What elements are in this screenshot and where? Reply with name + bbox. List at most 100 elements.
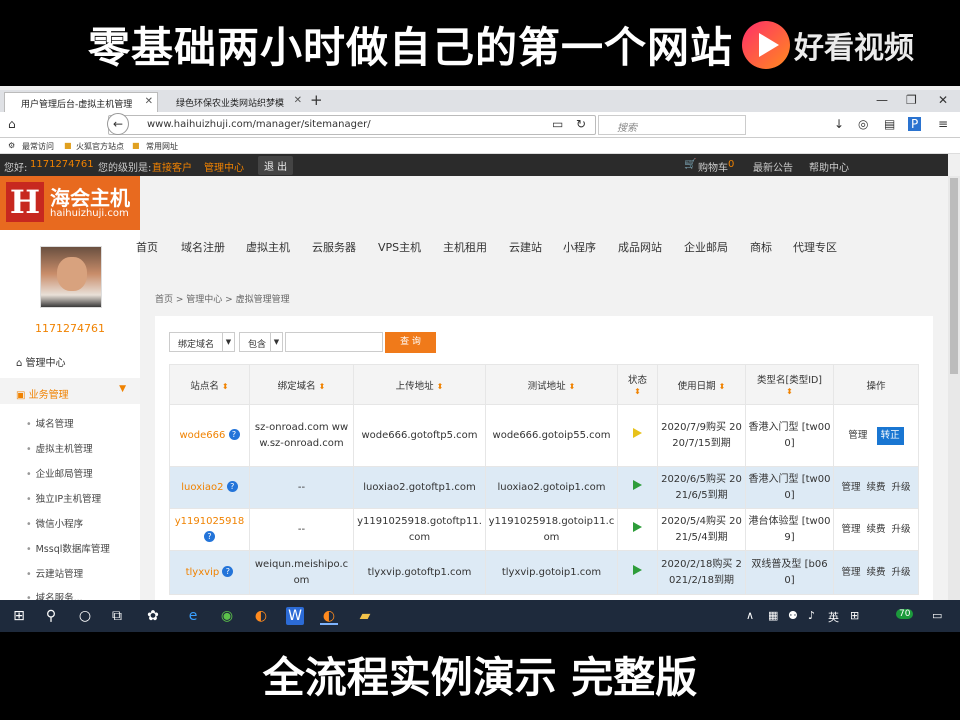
- restore-icon[interactable]: ❐: [906, 93, 917, 107]
- close-icon[interactable]: ✕: [145, 96, 153, 107]
- logout-button[interactable]: 退 出: [258, 156, 294, 175]
- crumb-center[interactable]: 管理中心: [186, 295, 222, 305]
- nav-mail[interactable]: 企业邮局: [684, 239, 728, 255]
- search-icon[interactable]: ⚲: [42, 607, 60, 625]
- center-link[interactable]: 管理中心: [204, 159, 244, 174]
- cell-test[interactable]: wode666.gotoip55.com: [485, 404, 618, 467]
- user-id-link[interactable]: 1171274761: [30, 159, 94, 170]
- tab-green-site[interactable]: 绿色环保农业类网站织梦模 ✕: [160, 92, 306, 112]
- people-icon[interactable]: ⚉: [788, 609, 798, 622]
- cell-status[interactable]: [617, 466, 658, 509]
- url-bar[interactable]: www.haihuizhuji.com/manager/sitemanager/: [108, 115, 596, 135]
- sidebar-item-cloudsite[interactable]: 云建站管理: [26, 566, 84, 580]
- close-window-icon[interactable]: ✕: [938, 93, 948, 107]
- help-link[interactable]: 帮助中心: [809, 159, 849, 174]
- col-upload[interactable]: 上传地址 ⬍: [353, 364, 486, 405]
- edge-icon[interactable]: e: [184, 607, 202, 625]
- sidebar-item-domain[interactable]: 域名管理: [26, 416, 74, 430]
- renew-link[interactable]: 续费: [866, 482, 885, 493]
- tray-badge[interactable]: 70: [896, 609, 914, 619]
- reader-icon[interactable]: ▭: [552, 117, 563, 131]
- menu-icon[interactable]: ≡: [938, 117, 948, 131]
- crumb-home[interactable]: 首页: [155, 295, 173, 305]
- upgrade-link[interactable]: 升级: [892, 524, 911, 535]
- field-select[interactable]: 绑定域名 ▼: [169, 332, 235, 352]
- cell-status[interactable]: [617, 508, 658, 551]
- cell-test[interactable]: luoxiao2.gotoip1.com: [485, 466, 618, 509]
- sidebar-item-mail[interactable]: 企业邮局管理: [26, 466, 93, 480]
- firefox-icon[interactable]: ◐: [252, 607, 270, 625]
- sidebar-item-wechat[interactable]: 微信小程序: [26, 516, 84, 530]
- cell-status[interactable]: [617, 550, 658, 595]
- chat-icon[interactable]: ◎: [858, 117, 868, 131]
- home-icon[interactable]: ⌂: [8, 117, 16, 131]
- col-domain[interactable]: 绑定域名 ⬍: [249, 364, 354, 405]
- task-view-icon[interactable]: ⧉: [108, 607, 126, 625]
- cell-site[interactable]: y1191025918 ?: [169, 508, 250, 551]
- ie-green-icon[interactable]: ◉: [218, 607, 236, 625]
- nav-domain[interactable]: 域名注册: [181, 239, 225, 255]
- explorer-icon[interactable]: ▰: [356, 607, 374, 625]
- manage-link[interactable]: 管理: [841, 524, 860, 535]
- sidebar-icon[interactable]: ▤: [884, 117, 895, 131]
- bookmark-firefox[interactable]: 火狐官方站点: [76, 141, 124, 152]
- nav-rent[interactable]: 主机租用: [443, 239, 487, 255]
- nav-cloud[interactable]: 云服务器: [312, 239, 356, 255]
- bookmark-common[interactable]: 常用网址: [146, 141, 178, 152]
- nav-cloudsite[interactable]: 云建站: [509, 239, 542, 255]
- renew-link[interactable]: 续费: [866, 524, 885, 535]
- upgrade-link[interactable]: 升级: [892, 482, 911, 493]
- gear-icon[interactable]: ⚙: [8, 141, 15, 150]
- scrollbar-thumb[interactable]: [950, 178, 958, 374]
- download-icon[interactable]: ↓: [834, 117, 844, 131]
- nav-trademark[interactable]: 商标: [750, 239, 772, 255]
- cell-status[interactable]: [617, 404, 658, 467]
- nav-agent[interactable]: 代理专区: [793, 239, 837, 255]
- cell-site[interactable]: wode666 ?: [169, 404, 250, 467]
- sidebar-item-biz[interactable]: ▣ 业务管理 ▼: [0, 378, 140, 404]
- col-date[interactable]: 使用日期 ⬍: [657, 364, 746, 405]
- cell-test[interactable]: y1191025918.gotoip11.com: [485, 508, 618, 551]
- cortana-icon[interactable]: ○: [76, 607, 94, 625]
- tray-chevron-icon[interactable]: ∧: [746, 609, 754, 622]
- cell-site[interactable]: tlyxvip ?: [169, 550, 250, 595]
- site-logo[interactable]: H 海会主机 haihuizhuji.com: [0, 176, 140, 230]
- query-button[interactable]: 查 询: [385, 332, 436, 353]
- firefox-active-icon[interactable]: ◐: [320, 607, 338, 625]
- nav-miniapp[interactable]: 小程序: [563, 239, 596, 255]
- new-tab-icon[interactable]: +: [310, 91, 323, 109]
- query-input[interactable]: [285, 332, 383, 352]
- nav-home[interactable]: 首页: [136, 239, 158, 255]
- page-scrollbar[interactable]: [948, 176, 960, 600]
- mode-select[interactable]: 包含 ▼: [239, 332, 283, 352]
- nav-vhost[interactable]: 虚拟主机: [246, 239, 290, 255]
- convert-button[interactable]: 转正: [876, 426, 904, 445]
- upgrade-link[interactable]: 升级: [892, 567, 911, 578]
- pocket-icon[interactable]: P: [908, 117, 922, 131]
- nav-vps[interactable]: VPS主机: [378, 239, 421, 255]
- close-icon[interactable]: ✕: [294, 95, 302, 106]
- col-test[interactable]: 测试地址 ⬍: [485, 364, 618, 405]
- keyboard-icon[interactable]: ⊞: [850, 609, 859, 622]
- cell-site[interactable]: luoxiao2 ?: [169, 466, 250, 509]
- reload-icon[interactable]: ↻: [576, 117, 586, 131]
- sidebar-item-mssql[interactable]: Mssql数据库管理: [26, 541, 110, 555]
- cell-test[interactable]: tlyxvip.gotoip1.com: [485, 550, 618, 595]
- app-icon[interactable]: ✿: [144, 607, 162, 625]
- manage-link[interactable]: 管理: [841, 482, 860, 493]
- volume-icon[interactable]: ♪: [808, 609, 815, 622]
- bookmark-most-visited[interactable]: 最常访问: [22, 141, 54, 152]
- nav-readysite[interactable]: 成品网站: [618, 239, 662, 255]
- ime-indicator[interactable]: 英: [828, 609, 839, 625]
- manage-link[interactable]: 管理: [848, 430, 867, 441]
- tab-user-admin[interactable]: 用户管理后台-虚拟主机管理 ✕: [4, 92, 158, 112]
- back-button[interactable]: ←: [107, 113, 129, 135]
- manage-link[interactable]: 管理: [841, 567, 860, 578]
- col-type[interactable]: 类型名[类型ID] ⬍: [745, 364, 834, 405]
- network-icon[interactable]: ▦: [768, 609, 778, 622]
- sidebar-item-home[interactable]: ⌂ 管理中心: [16, 354, 66, 369]
- notice-link[interactable]: 最新公告: [753, 159, 793, 174]
- search-input[interactable]: 搜索: [598, 115, 746, 135]
- cart-link[interactable]: 购物车: [698, 159, 728, 174]
- col-site[interactable]: 站点名 ⬍: [169, 364, 250, 405]
